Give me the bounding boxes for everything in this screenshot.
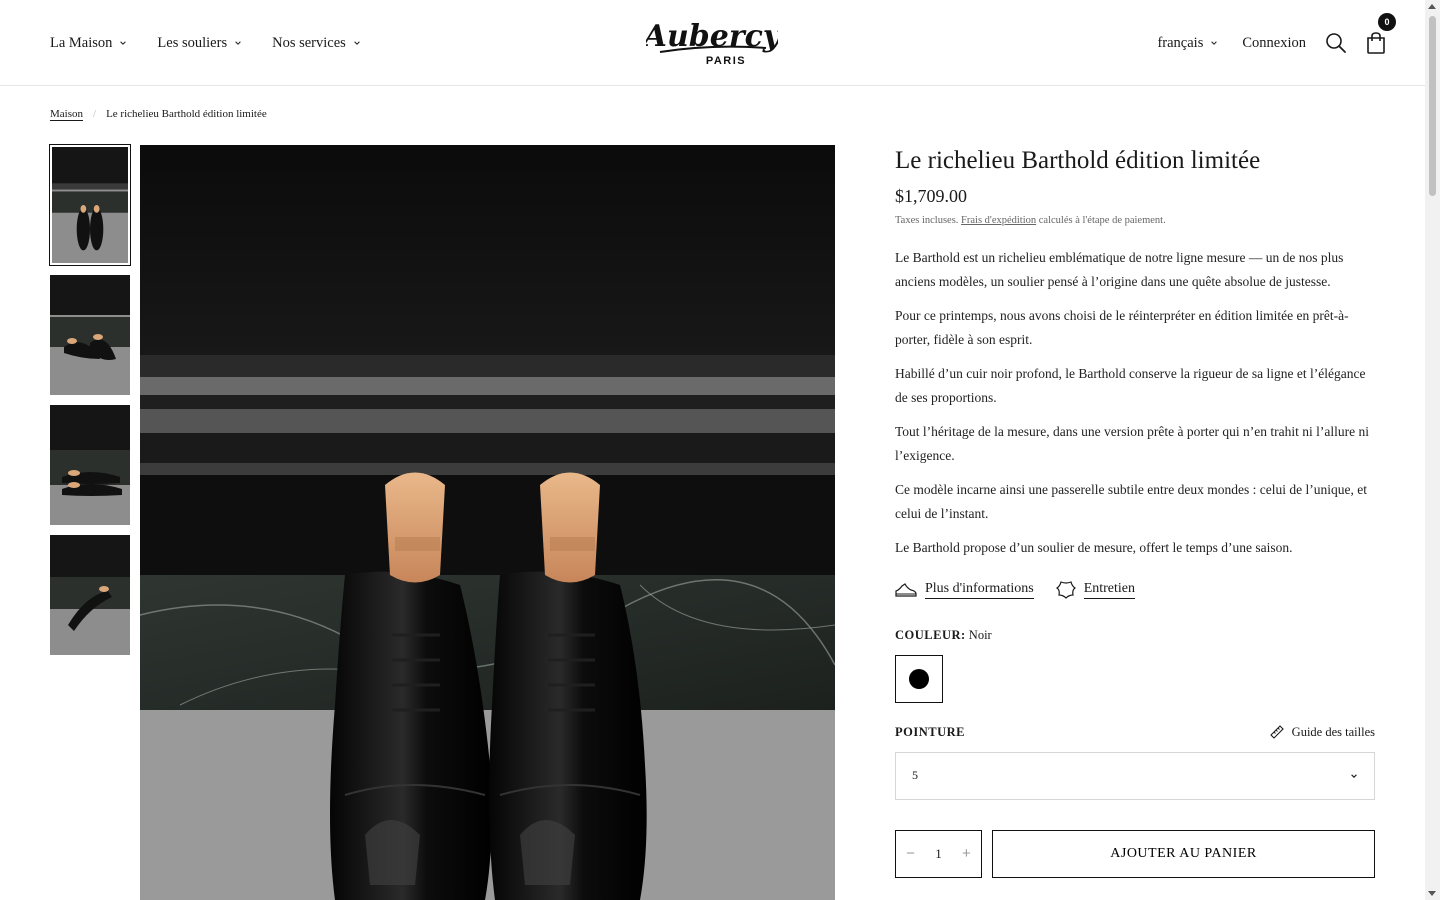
description-paragraph: Tout l’héritage de la mesure, dans une v…: [895, 423, 1370, 463]
thumbnail-3[interactable]: [50, 405, 130, 525]
quantity-stepper: − 1 +: [895, 829, 982, 878]
info-links: Plus d'informations Entretien: [895, 580, 1375, 600]
logo-wordmark: Aubercy: [646, 19, 778, 54]
logo-subtitle: PARIS: [706, 55, 746, 67]
ruler-icon: [1269, 725, 1284, 739]
description-paragraph: Habillé d’un cuir noir profond, le Barth…: [895, 365, 1366, 405]
nav-item-nos-services[interactable]: Nos services: [272, 35, 361, 52]
language-selector[interactable]: français: [1157, 35, 1218, 52]
care-label: Entretien: [1083, 581, 1136, 599]
login-link[interactable]: Connexion: [1242, 35, 1306, 52]
description-paragraph: Le Barthold est un richelieu emblématiqu…: [895, 249, 1344, 289]
size-select[interactable]: 5: [895, 751, 1375, 800]
site-header: La Maison Les souliers Nos services Aube…: [0, 0, 1425, 86]
chevron-down-icon: [354, 41, 360, 45]
nav-item-label: Les souliers: [157, 34, 228, 51]
product-photo: [140, 145, 835, 900]
nav-item-label: Nos services: [272, 34, 346, 51]
size-header: POINTURE Guide des tailles: [895, 725, 1375, 740]
product-description: Le Barthold est un richelieu emblématiqu…: [895, 246, 1375, 560]
breadcrumb-separator: /: [93, 108, 97, 120]
size-guide-link[interactable]: Guide des tailles: [1269, 724, 1375, 740]
size-label: POINTURE: [895, 724, 965, 739]
nav-item-label: La Maison: [50, 34, 113, 51]
quantity-increase-button[interactable]: +: [962, 845, 971, 862]
language-label: français: [1157, 34, 1204, 51]
thumbnail-image: [50, 535, 130, 655]
scroll-down-arrow-icon[interactable]: [1428, 891, 1436, 896]
cart-button[interactable]: 0: [1365, 13, 1396, 55]
leather-icon: [1055, 580, 1076, 599]
shoe-icon: [895, 582, 917, 597]
tax-note: Taxes incluses. Frais d'expédition calcu…: [895, 215, 1375, 226]
product-main-image[interactable]: [140, 145, 835, 900]
quantity-value[interactable]: 1: [935, 846, 942, 862]
shipping-link[interactable]: Frais d'expédition: [961, 215, 1036, 226]
color-swatch-dot: [909, 668, 929, 689]
product-info: Le richelieu Barthold édition limitée $1…: [895, 145, 1375, 878]
main-nav: La Maison Les souliers Nos services: [50, 0, 361, 86]
color-swatch-noir[interactable]: [895, 654, 943, 703]
chevron-down-icon: [120, 41, 127, 45]
thumbnail-4[interactable]: [50, 535, 130, 655]
add-to-cart-button[interactable]: AJOUTER AU PANIER: [992, 829, 1375, 878]
breadcrumb-current: Le richelieu Barthold édition limitée: [106, 108, 267, 120]
header-actions: français Connexion 0: [1157, 0, 1396, 86]
more-info-label: Plus d'informations: [925, 581, 1034, 599]
care-link[interactable]: Entretien: [1055, 580, 1136, 600]
description-paragraph: Ce modèle incarne ainsi une passerelle s…: [895, 481, 1367, 521]
color-value: Noir: [968, 627, 992, 642]
cart-icon: [1367, 32, 1385, 54]
thumbnail-image: [50, 405, 130, 525]
thumbnail-2[interactable]: [50, 275, 130, 395]
chevron-down-icon: [1211, 41, 1218, 45]
search-icon[interactable]: [1325, 32, 1347, 54]
nav-item-les-souliers[interactable]: Les souliers: [157, 35, 242, 52]
tax-prefix: Taxes incluses.: [895, 214, 959, 226]
scrollbar-thumb[interactable]: [1429, 16, 1436, 196]
product-price: $1,709.00: [895, 185, 967, 206]
thumbnail-1[interactable]: [49, 144, 131, 266]
description-paragraph: Pour ce printemps, nous avons choisi de …: [895, 307, 1349, 347]
page-scrollbar[interactable]: [1425, 0, 1440, 900]
color-option: COULEUR: Noir: [895, 628, 1375, 703]
size-guide-label: Guide des tailles: [1291, 724, 1375, 739]
size-select-value: 5: [912, 768, 918, 782]
brand-logo[interactable]: Aubercy PARIS: [646, 14, 778, 70]
thumbnail-list: [49, 144, 131, 665]
nav-item-la-maison[interactable]: La Maison: [50, 35, 127, 52]
cart-count-badge: 0: [1378, 13, 1396, 31]
product-title: Le richelieu Barthold édition limitée: [895, 147, 1261, 174]
scroll-up-arrow-icon[interactable]: [1428, 4, 1436, 9]
breadcrumb-home-link[interactable]: Maison: [50, 108, 83, 120]
thumbnail-image: [50, 275, 130, 395]
tax-suffix: calculés à l'étape de paiement.: [1038, 214, 1166, 226]
quantity-decrease-button[interactable]: −: [906, 845, 915, 862]
color-label: COULEUR:: [895, 627, 966, 642]
description-paragraph: Le Barthold propose d’un soulier de mesu…: [895, 539, 1293, 555]
purchase-row: − 1 + AJOUTER AU PANIER: [895, 829, 1375, 878]
chevron-down-icon: [1351, 773, 1357, 778]
chevron-down-icon: [235, 41, 241, 45]
breadcrumb: Maison / Le richelieu Barthold édition l…: [50, 108, 267, 120]
more-info-link[interactable]: Plus d'informations: [895, 580, 1034, 600]
thumbnail-image: [52, 147, 128, 263]
